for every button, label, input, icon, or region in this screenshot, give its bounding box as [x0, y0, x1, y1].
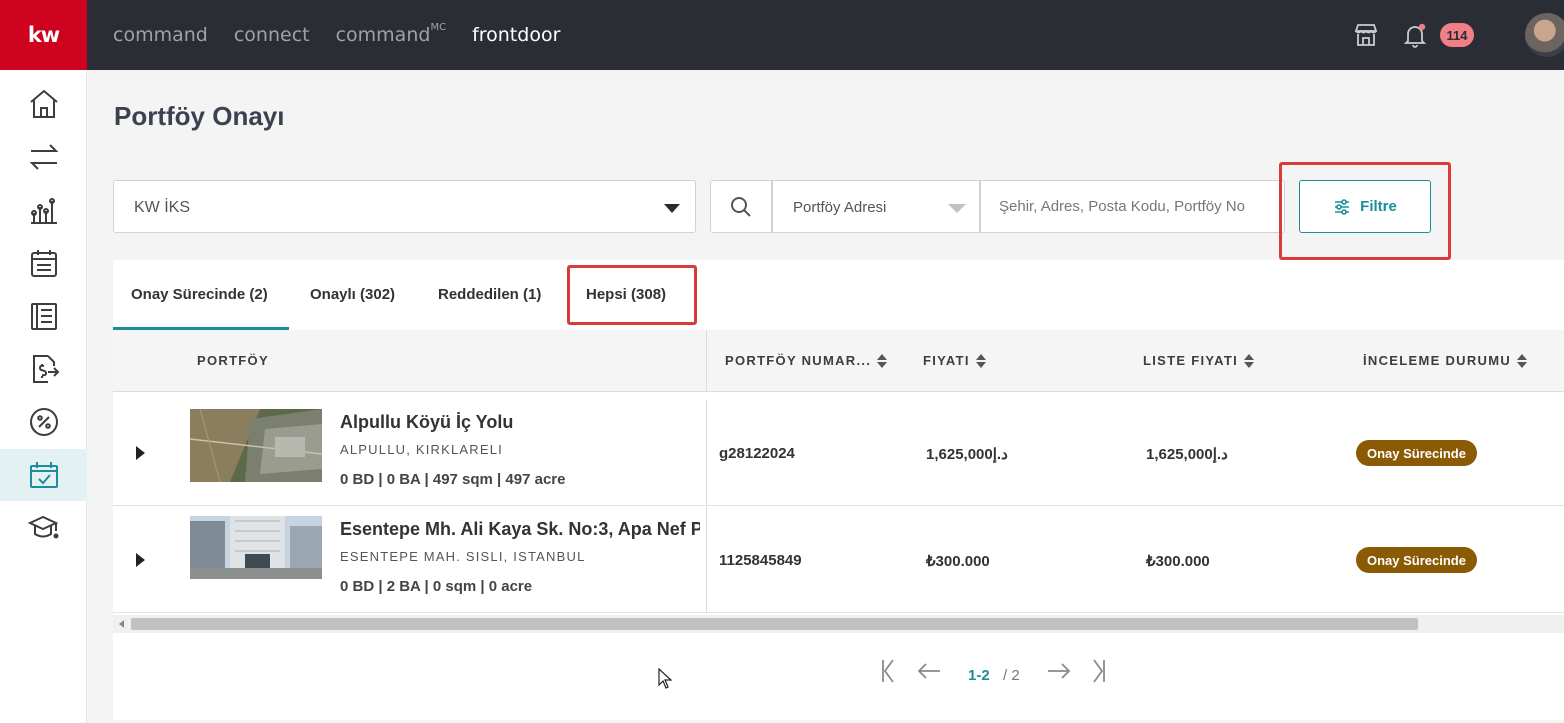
nav-connect[interactable]: connect — [234, 24, 310, 46]
store-icon[interactable] — [1353, 22, 1379, 48]
sidebar-item-finance[interactable] — [0, 343, 87, 395]
office-select-value: KW İKS — [134, 199, 191, 216]
column-portfolio-number[interactable]: PORTFÖY NUMAR... — [725, 353, 888, 368]
top-bar: kw command connect commandMC frontdoor 1… — [0, 0, 1564, 70]
list-price: 1,625,000د.إ — [1146, 446, 1228, 463]
sidebar-item-education[interactable] — [0, 502, 87, 554]
sidebar-item-home[interactable] — [0, 78, 87, 130]
next-page-icon[interactable] — [1046, 658, 1072, 684]
property-thumbnail[interactable] — [190, 409, 322, 482]
sidebar — [0, 70, 87, 723]
previous-page-icon[interactable] — [916, 658, 942, 684]
sidebar-item-approval[interactable] — [0, 449, 87, 501]
column-price[interactable]: FIYATI — [923, 353, 986, 368]
horizontal-scrollbar[interactable] — [113, 615, 1564, 633]
column-divider — [706, 400, 707, 506]
column-price-label: FIYATI — [923, 353, 970, 368]
column-list-price[interactable]: LISTE FIYATI — [1143, 353, 1255, 368]
calendar-icon — [30, 250, 57, 277]
search-type-select[interactable]: Portföy Adresi — [772, 180, 980, 233]
price: 1,625,000د.إ — [926, 446, 1008, 463]
portfolio-number: 1125845849 — [719, 552, 802, 569]
sort-icon[interactable] — [877, 353, 888, 368]
kw-logo[interactable]: kw — [0, 0, 87, 70]
chevron-down-icon — [664, 204, 680, 213]
nav-command-mc-label: command — [335, 24, 431, 46]
page-title: Portföy Onayı — [114, 101, 285, 131]
search-button[interactable] — [710, 180, 772, 233]
money-icon — [32, 355, 59, 383]
nav-command-mc-sup: MC — [430, 22, 447, 33]
status-badge: Onay Sürecinde — [1356, 440, 1477, 466]
scrollbar-thumb[interactable] — [131, 618, 1418, 630]
column-review-status[interactable]: İNCELEME DURUMU — [1363, 353, 1528, 368]
home-icon — [29, 89, 58, 118]
tab-approved[interactable]: Onaylı (302) — [310, 286, 395, 303]
list-price: ₺300.000 — [1146, 553, 1210, 570]
table-header: PORTFÖY PORTFÖY NUMAR... FIYATI LISTE FI… — [113, 330, 1564, 392]
column-divider — [706, 330, 707, 392]
bell-icon[interactable] — [1402, 22, 1428, 48]
sidebar-item-transactions[interactable] — [0, 131, 87, 183]
property-city: ALPULLU, KIRKLARELI — [340, 442, 503, 457]
highlight-box-filter — [1279, 162, 1451, 260]
top-nav: command connect commandMC frontdoor — [113, 0, 560, 70]
mouse-cursor-icon — [658, 668, 672, 689]
property-city: ESENTEPE MAH. SISLI, ISTANBUL — [340, 549, 586, 564]
notification-badge[interactable]: 114 — [1440, 23, 1474, 47]
tab-pending[interactable]: Onay Sürecinde (2) — [131, 286, 268, 303]
nav-frontdoor[interactable]: frontdoor — [472, 24, 560, 46]
search-input[interactable] — [980, 180, 1285, 233]
expand-row-icon[interactable] — [136, 553, 145, 567]
column-list-price-label: LISTE FIYATI — [1143, 353, 1239, 368]
column-divider — [706, 507, 707, 613]
analytics-icon — [30, 198, 57, 224]
sidebar-item-documents[interactable] — [0, 290, 87, 342]
page-range: 1-2 — [968, 667, 990, 684]
percent-icon — [29, 408, 58, 436]
sidebar-item-commission[interactable] — [0, 396, 87, 448]
search-type-value: Portföy Adresi — [793, 199, 887, 216]
table-row[interactable]: Esentepe Mh. Ali Kaya Sk. No:3, Apa Nef … — [113, 507, 1564, 613]
tab-rejected[interactable]: Reddedilen (1) — [438, 286, 541, 303]
status-tabs: Onay Sürecinde (2) Onaylı (302) Reddedil… — [113, 260, 1564, 330]
sort-icon[interactable] — [975, 353, 986, 368]
page-total: / 2 — [1003, 667, 1020, 684]
chevron-down-icon — [948, 204, 966, 213]
nav-command-mc[interactable]: commandMC — [335, 22, 447, 46]
property-specs: 0 BD | 0 BA | 497 sqm | 497 acre — [340, 471, 566, 488]
highlight-box-all-tab — [567, 265, 697, 325]
column-portfolio-number-label: PORTFÖY NUMAR... — [725, 353, 872, 368]
property-title[interactable]: Alpullu Köyü İç Yolu — [340, 412, 700, 433]
portfolio-number: g28122024 — [719, 445, 795, 462]
approval-icon — [29, 462, 58, 488]
column-review-status-label: İNCELEME DURUMU — [1363, 353, 1512, 368]
portfolio-card: Onay Sürecinde (2) Onaylı (302) Reddedil… — [113, 260, 1564, 720]
table-row[interactable]: Alpullu Köyü İç Yolu ALPULLU, KIRKLARELI… — [113, 400, 1564, 506]
document-icon — [30, 303, 57, 330]
office-select[interactable]: KW İKS — [113, 180, 696, 233]
last-page-icon[interactable] — [1091, 658, 1107, 684]
expand-row-icon[interactable] — [136, 446, 145, 460]
education-icon — [27, 515, 58, 539]
sidebar-item-analytics[interactable] — [0, 184, 87, 236]
sort-icon[interactable] — [1244, 353, 1255, 368]
user-avatar[interactable] — [1525, 13, 1564, 57]
column-portfolio: PORTFÖY — [197, 353, 269, 368]
search-icon — [731, 196, 751, 217]
transfer-icon — [29, 144, 58, 170]
property-title[interactable]: Esentepe Mh. Ali Kaya Sk. No:3, Apa Nef … — [340, 519, 700, 540]
first-page-icon[interactable] — [880, 658, 896, 684]
scroll-left-icon[interactable] — [119, 620, 124, 628]
pagination: 1-2 / 2 — [113, 640, 1564, 710]
property-specs: 0 BD | 2 BA | 0 sqm | 0 acre — [340, 578, 533, 595]
sort-icon[interactable] — [1517, 353, 1528, 368]
nav-command[interactable]: command — [113, 24, 208, 46]
property-thumbnail[interactable] — [190, 516, 322, 579]
sidebar-item-calendar[interactable] — [0, 237, 87, 289]
price: ₺300.000 — [926, 553, 990, 570]
status-badge: Onay Sürecinde — [1356, 547, 1477, 573]
